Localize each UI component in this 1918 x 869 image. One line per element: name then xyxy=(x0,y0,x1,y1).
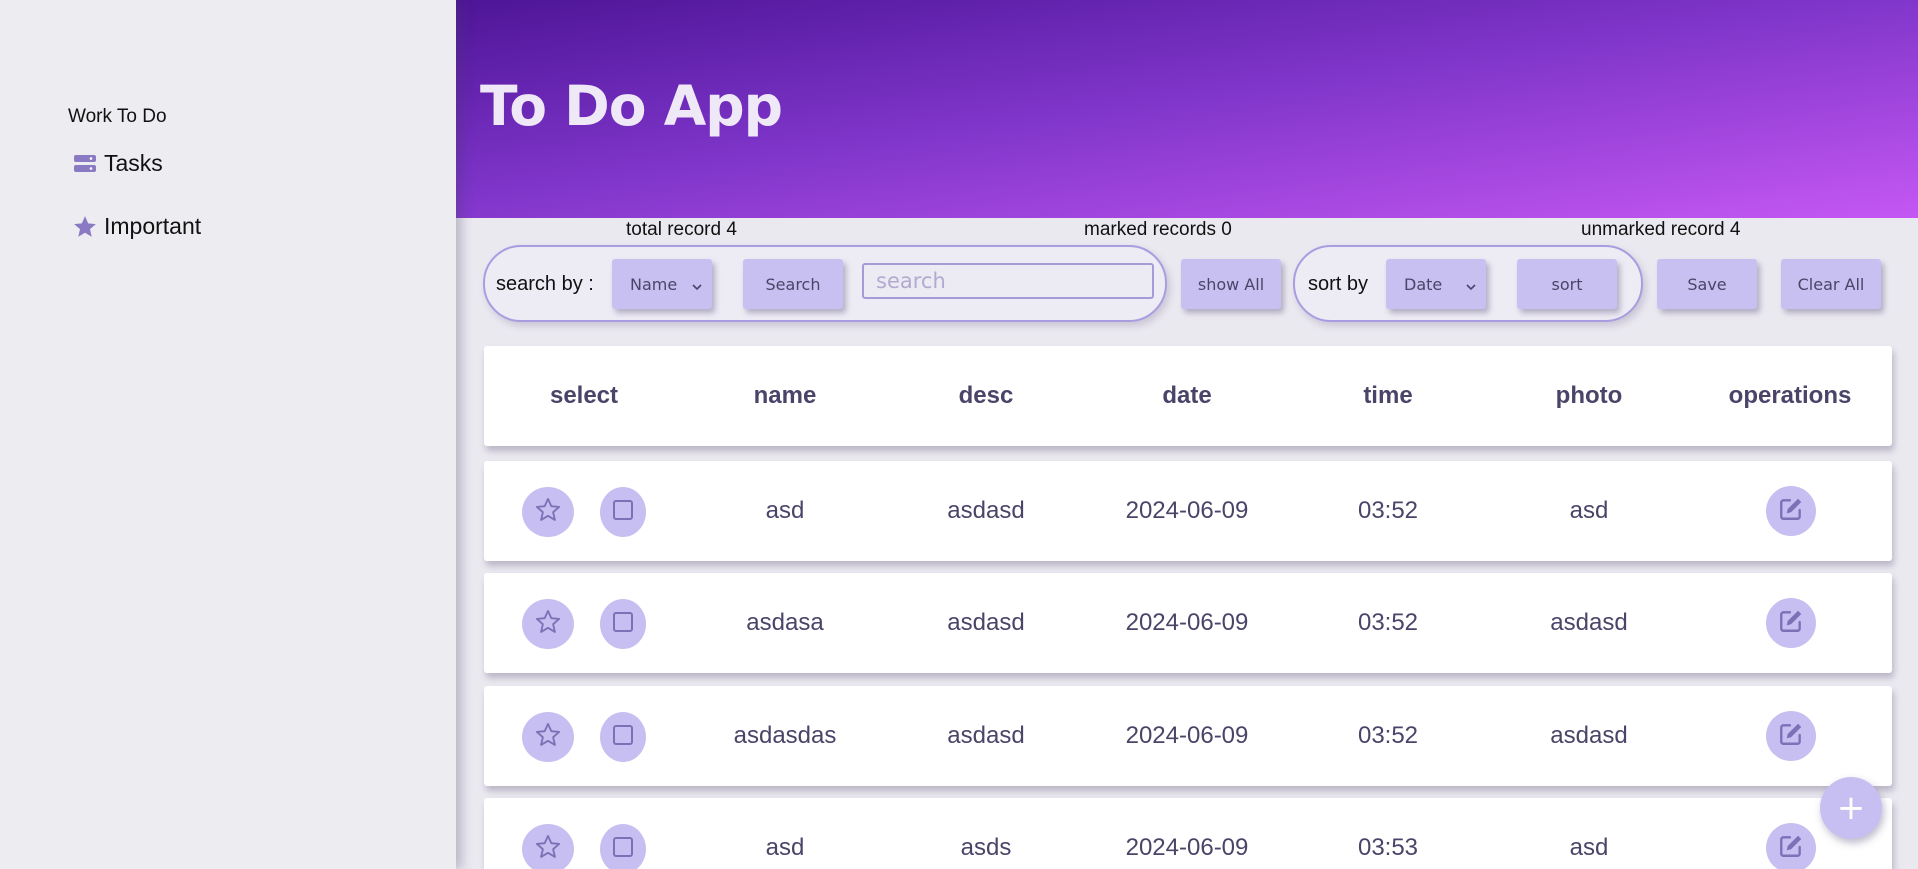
cell-photo: asdasd xyxy=(1550,609,1628,636)
column-header-time: time xyxy=(1363,382,1413,409)
sidebar-item-tasks[interactable]: Tasks xyxy=(72,150,163,177)
column-header-date: date xyxy=(1162,382,1212,409)
chevron-down-icon xyxy=(1466,277,1476,296)
sort-by-label: sort by xyxy=(1308,273,1369,295)
edit-icon xyxy=(1778,721,1804,752)
mark-important-button[interactable] xyxy=(522,824,574,869)
total-record-count: total record 4 xyxy=(626,219,737,240)
edit-button[interactable] xyxy=(1766,823,1816,869)
chevron-down-icon xyxy=(692,277,702,296)
cell-desc: asdasd xyxy=(947,609,1025,636)
column-header-desc: desc xyxy=(958,382,1014,409)
sidebar-item-label: Important xyxy=(104,213,202,239)
search-field-select[interactable]: Name xyxy=(612,259,712,309)
star-outline-icon xyxy=(534,721,562,754)
sidebar-app-label: Work To Do xyxy=(68,106,167,127)
sidebar: Work To Do Tasks Important xyxy=(0,0,456,869)
sidebar-item-important[interactable]: Important xyxy=(72,213,201,240)
sidebar-item-label: Tasks xyxy=(104,150,163,176)
select-checkbox[interactable] xyxy=(600,599,646,649)
cell-date: 2024-06-09 xyxy=(1125,722,1249,749)
checkbox-icon xyxy=(612,611,634,638)
cell-photo: asd xyxy=(1569,834,1609,861)
edit-icon xyxy=(1778,833,1804,864)
cell-time: 03:53 xyxy=(1357,834,1419,861)
cell-photo: asd xyxy=(1569,497,1609,524)
unmarked-record-count: unmarked record 4 xyxy=(1581,219,1741,240)
cell-name: asd xyxy=(765,497,805,524)
select-checkbox[interactable] xyxy=(600,487,646,537)
show-all-button[interactable]: show All xyxy=(1181,259,1281,309)
star-icon xyxy=(72,214,98,240)
table-row: asdasa asdasd 2024-06-09 03:52 asdasd xyxy=(484,573,1892,673)
cell-desc: asds xyxy=(960,834,1012,861)
cell-desc: asdasd xyxy=(947,497,1025,524)
header-banner: To Do App xyxy=(456,0,1918,218)
star-outline-icon xyxy=(534,608,562,641)
page-title: To Do App xyxy=(480,74,783,138)
column-header-photo: photo xyxy=(1555,382,1623,409)
column-header-name: name xyxy=(753,382,817,409)
edit-icon xyxy=(1778,608,1804,639)
cell-date: 2024-06-09 xyxy=(1125,497,1249,524)
marked-records-count: marked records 0 xyxy=(1084,219,1232,240)
column-header-operations: operations xyxy=(1728,382,1852,409)
cell-desc: asdasd xyxy=(947,722,1025,749)
table-row: asd asds 2024-06-09 03:53 asd xyxy=(484,798,1892,869)
cell-date: 2024-06-09 xyxy=(1125,609,1249,636)
star-outline-icon xyxy=(534,496,562,529)
table-header: select name desc date time photo operati… xyxy=(484,346,1892,446)
select-checkbox[interactable] xyxy=(600,712,646,762)
search-field-value: Name xyxy=(630,274,678,294)
star-outline-icon xyxy=(534,833,562,866)
add-task-button[interactable]: + xyxy=(1820,777,1882,839)
checkbox-icon xyxy=(612,836,634,863)
sort-field-value: Date xyxy=(1404,274,1443,294)
edit-button[interactable] xyxy=(1766,598,1816,648)
cell-name: asdasa xyxy=(746,609,824,636)
mark-important-button[interactable] xyxy=(522,599,574,649)
edit-button[interactable] xyxy=(1766,711,1816,761)
edit-button[interactable] xyxy=(1766,486,1816,536)
search-button[interactable]: Search xyxy=(743,259,843,309)
cell-time: 03:52 xyxy=(1357,497,1419,524)
sort-field-select[interactable]: Date xyxy=(1386,259,1486,309)
checkbox-icon xyxy=(612,724,634,751)
cell-time: 03:52 xyxy=(1357,609,1419,636)
cell-photo: asdasd xyxy=(1550,722,1628,749)
sort-button[interactable]: sort xyxy=(1517,259,1617,309)
save-button[interactable]: Save xyxy=(1657,259,1757,309)
table-row: asd asdasd 2024-06-09 03:52 asd xyxy=(484,461,1892,561)
select-checkbox[interactable] xyxy=(600,824,646,869)
mark-important-button[interactable] xyxy=(522,712,574,762)
cell-name: asdasdas xyxy=(733,722,837,749)
mark-important-button[interactable] xyxy=(522,487,574,537)
search-input[interactable] xyxy=(862,263,1154,299)
cell-name: asd xyxy=(765,834,805,861)
column-header-select: select xyxy=(549,382,619,409)
cell-time: 03:52 xyxy=(1357,722,1419,749)
clear-all-button[interactable]: Clear All xyxy=(1781,259,1881,309)
checkbox-icon xyxy=(612,499,634,526)
table-row: asdasdas asdasd 2024-06-09 03:52 asdasd xyxy=(484,686,1892,786)
server-icon xyxy=(72,151,98,177)
edit-icon xyxy=(1778,496,1804,527)
search-by-label: search by : xyxy=(496,273,594,295)
cell-date: 2024-06-09 xyxy=(1125,834,1249,861)
